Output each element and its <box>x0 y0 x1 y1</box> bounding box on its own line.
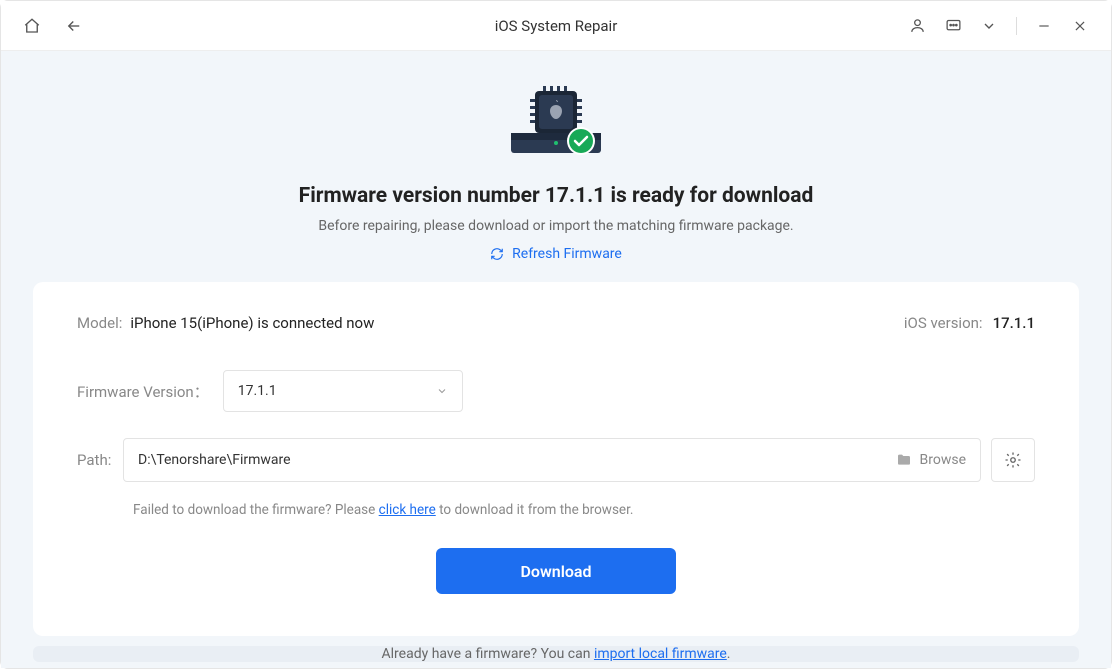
browse-label: Browse <box>920 452 966 468</box>
chevron-down-icon <box>436 385 448 397</box>
back-icon[interactable] <box>65 17 83 35</box>
device-illustration <box>501 81 611 170</box>
browse-button[interactable]: Browse <box>896 452 966 468</box>
ios-version-value: 17.1.1 <box>993 314 1035 332</box>
dropdown-icon[interactable] <box>980 17 998 35</box>
firmware-version-select[interactable]: 17.1.1 <box>223 370 463 412</box>
model-label: Model: <box>77 314 122 332</box>
path-value: D:\Tenorshare\Firmware <box>138 452 291 468</box>
ios-version-label: iOS version: <box>904 314 983 332</box>
headline: Firmware version number 17.1.1 is ready … <box>299 184 814 208</box>
home-icon[interactable] <box>23 17 41 35</box>
download-button[interactable]: Download <box>436 548 676 594</box>
minimize-icon[interactable] <box>1035 17 1053 35</box>
path-label: Path: <box>77 451 113 469</box>
click-here-link[interactable]: click here <box>379 502 436 518</box>
folder-icon <box>896 452 912 468</box>
firmware-version-value: 17.1.1 <box>238 383 277 399</box>
import-local-firmware-link[interactable]: import local firmware <box>594 646 727 662</box>
gear-icon <box>1004 451 1022 469</box>
feedback-icon[interactable] <box>944 17 962 35</box>
firmware-version-label: Firmware Version： <box>77 381 209 402</box>
settings-button[interactable] <box>991 438 1035 482</box>
download-hint: Failed to download the firmware? Please … <box>133 502 1035 518</box>
refresh-label: Refresh Firmware <box>512 246 622 262</box>
refresh-icon <box>490 247 504 261</box>
window-title: iOS System Repair <box>495 17 618 35</box>
divider <box>1016 17 1017 35</box>
firmware-card: Model: iPhone 15(iPhone) is connected no… <box>33 282 1079 636</box>
user-icon[interactable] <box>908 17 926 35</box>
model-value: iPhone 15(iPhone) is connected now <box>130 314 374 332</box>
path-input[interactable]: D:\Tenorshare\Firmware Browse <box>123 438 981 482</box>
close-icon[interactable] <box>1071 17 1089 35</box>
refresh-firmware-link[interactable]: Refresh Firmware <box>490 246 622 262</box>
subtext: Before repairing, please download or imp… <box>318 218 793 234</box>
import-bar: Already have a firmware? You can import … <box>33 646 1079 662</box>
